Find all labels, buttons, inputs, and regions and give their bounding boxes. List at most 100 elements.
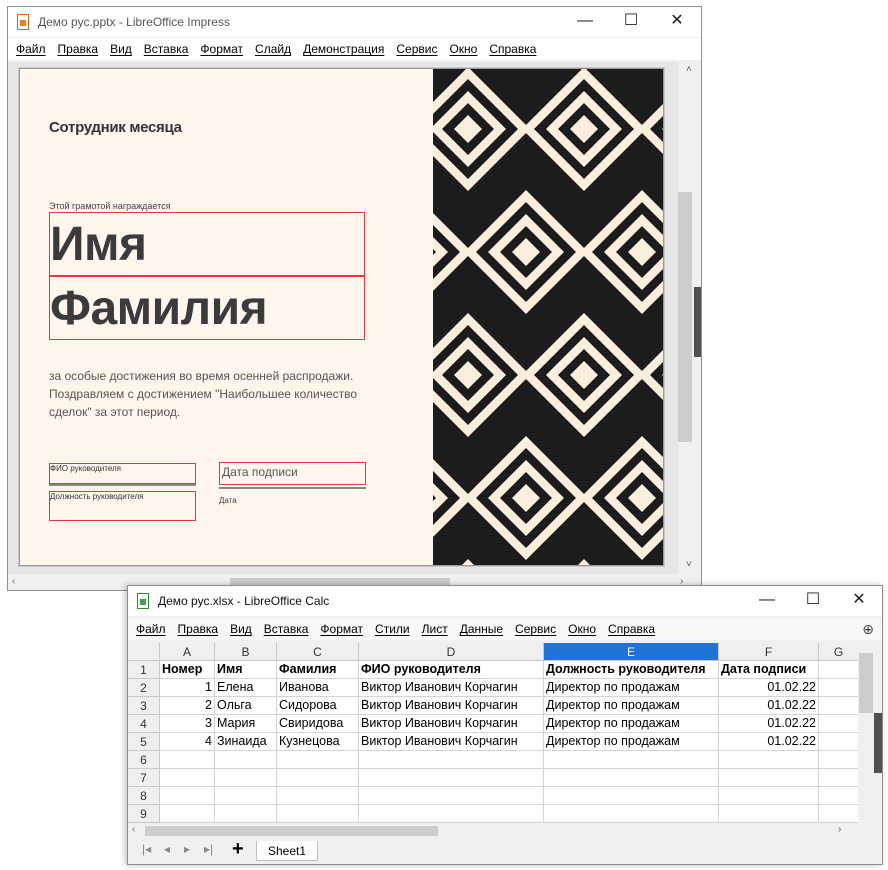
menu-window[interactable]: Окно <box>445 38 481 60</box>
column-header-g[interactable]: G <box>819 643 858 661</box>
table-cell[interactable] <box>359 805 544 823</box>
table-cell[interactable]: Директор по продажам <box>544 715 719 733</box>
last-name-placeholder[interactable]: Фамилия <box>49 276 365 340</box>
table-cell[interactable]: Кузнецова <box>277 733 359 751</box>
slide-canvas[interactable]: Сотрудник месяца Этой грамотой награждае… <box>8 62 678 574</box>
table-cell[interactable] <box>277 787 359 805</box>
table-cell[interactable] <box>819 697 858 715</box>
table-cell[interactable]: Директор по продажам <box>544 697 719 715</box>
header-cell[interactable]: Должность руководителя <box>544 661 719 679</box>
table-cell[interactable]: Виктор Иванович Корчагин <box>359 733 544 751</box>
prev-sheet-icon[interactable]: ◂ <box>164 842 170 856</box>
table-cell[interactable]: 3 <box>160 715 215 733</box>
slide-body-text[interactable]: за особые достижения во время осенней ра… <box>49 367 379 421</box>
row-header-9[interactable]: 9 <box>128 805 160 823</box>
table-cell[interactable]: Зинаида <box>215 733 277 751</box>
menu-slideshow[interactable]: Демонстрация <box>299 38 388 60</box>
h-scroll-thumb[interactable] <box>145 826 438 836</box>
table-cell[interactable] <box>359 787 544 805</box>
menu-file[interactable]: Файл <box>12 38 50 60</box>
spreadsheet-grid[interactable]: A B C D E F G 1 Номер Имя Фамилия ФИО руководителя Д… <box>128 643 858 823</box>
close-button[interactable]: ✕ <box>654 7 700 37</box>
table-cell[interactable] <box>215 751 277 769</box>
row-header-1[interactable]: 1 <box>128 661 160 679</box>
row-header-4[interactable]: 4 <box>128 715 160 733</box>
slide-heading[interactable]: Сотрудник месяца <box>49 119 182 136</box>
table-cell[interactable]: 01.02.22 <box>719 679 819 697</box>
menu-tools[interactable]: Сервис <box>511 618 560 640</box>
header-cell[interactable]: Дата подписи <box>719 661 819 679</box>
table-cell[interactable] <box>719 805 819 823</box>
table-cell[interactable] <box>277 769 359 787</box>
sign-date-placeholder[interactable]: Дата подписи <box>219 462 366 485</box>
table-cell[interactable] <box>277 805 359 823</box>
table-cell[interactable] <box>819 787 858 805</box>
row-header-6[interactable]: 6 <box>128 751 160 769</box>
column-header-e[interactable]: E <box>544 643 719 661</box>
column-header-b[interactable]: B <box>215 643 277 661</box>
table-cell[interactable]: Директор по продажам <box>544 733 719 751</box>
menu-edit[interactable]: Правка <box>54 38 103 60</box>
menu-window[interactable]: Окно <box>564 618 600 640</box>
menu-edit[interactable]: Правка <box>174 618 223 640</box>
globe-icon[interactable]: ⊕ <box>862 621 874 638</box>
table-cell[interactable] <box>160 769 215 787</box>
header-cell[interactable]: ФИО руководителя <box>359 661 544 679</box>
manager-position-placeholder[interactable]: Должность руководителя <box>49 491 196 521</box>
table-cell[interactable]: 01.02.22 <box>719 697 819 715</box>
column-header-f[interactable]: F <box>719 643 819 661</box>
menu-insert[interactable]: Вставка <box>140 38 193 60</box>
select-all-corner[interactable] <box>128 643 160 661</box>
table-cell[interactable] <box>819 715 858 733</box>
table-cell[interactable]: Сидорова <box>277 697 359 715</box>
menu-slide[interactable]: Слайд <box>251 38 295 60</box>
award-line[interactable]: Этой грамотой награждается <box>49 201 171 211</box>
close-button[interactable]: ✕ <box>836 586 882 616</box>
menu-view[interactable]: Вид <box>106 38 136 60</box>
table-cell[interactable] <box>359 769 544 787</box>
row-header-3[interactable]: 3 <box>128 697 160 715</box>
table-cell[interactable] <box>160 751 215 769</box>
table-cell[interactable] <box>359 751 544 769</box>
menu-styles[interactable]: Стили <box>371 618 414 640</box>
menu-data[interactable]: Данные <box>456 618 507 640</box>
first-name-placeholder[interactable]: Имя <box>49 212 365 276</box>
table-cell[interactable]: Мария <box>215 715 277 733</box>
first-sheet-icon[interactable]: |◂ <box>142 842 151 856</box>
table-cell[interactable]: 2 <box>160 697 215 715</box>
calc-vertical-scrollbar[interactable] <box>858 643 882 838</box>
table-cell[interactable] <box>544 805 719 823</box>
table-cell[interactable] <box>819 805 858 823</box>
row-header-7[interactable]: 7 <box>128 769 160 787</box>
scroll-thumb[interactable] <box>678 192 692 442</box>
menu-help[interactable]: Справка <box>604 618 659 640</box>
impress-vertical-scrollbar[interactable]: ˄ ˅ <box>678 62 701 574</box>
next-sheet-icon[interactable]: ▸ <box>184 842 190 856</box>
header-cell[interactable]: Фамилия <box>277 661 359 679</box>
header-cell[interactable]: Номер <box>160 661 215 679</box>
table-cell[interactable]: Елена <box>215 679 277 697</box>
manager-name-placeholder[interactable]: ФИО руководителя <box>49 463 196 484</box>
column-header-d[interactable]: D <box>359 643 544 661</box>
v-scroll-thumb[interactable] <box>859 653 873 713</box>
table-cell[interactable] <box>819 679 858 697</box>
table-cell[interactable] <box>160 787 215 805</box>
table-cell[interactable] <box>215 769 277 787</box>
table-cell[interactable] <box>819 733 858 751</box>
sidebar-toggle[interactable] <box>874 713 882 773</box>
last-sheet-icon[interactable]: ▸| <box>204 842 213 856</box>
table-cell[interactable] <box>544 769 719 787</box>
table-cell[interactable] <box>277 751 359 769</box>
header-cell[interactable]: Имя <box>215 661 277 679</box>
table-cell[interactable]: 01.02.22 <box>719 733 819 751</box>
table-cell[interactable] <box>719 769 819 787</box>
column-header-c[interactable]: C <box>277 643 359 661</box>
table-cell[interactable] <box>719 751 819 769</box>
table-cell[interactable]: 01.02.22 <box>719 715 819 733</box>
menu-insert[interactable]: Вставка <box>260 618 313 640</box>
menu-format[interactable]: Формат <box>316 618 367 640</box>
table-cell[interactable] <box>215 787 277 805</box>
header-cell[interactable] <box>819 661 858 679</box>
menu-sheet[interactable]: Лист <box>418 618 452 640</box>
menu-format[interactable]: Формат <box>196 38 247 60</box>
